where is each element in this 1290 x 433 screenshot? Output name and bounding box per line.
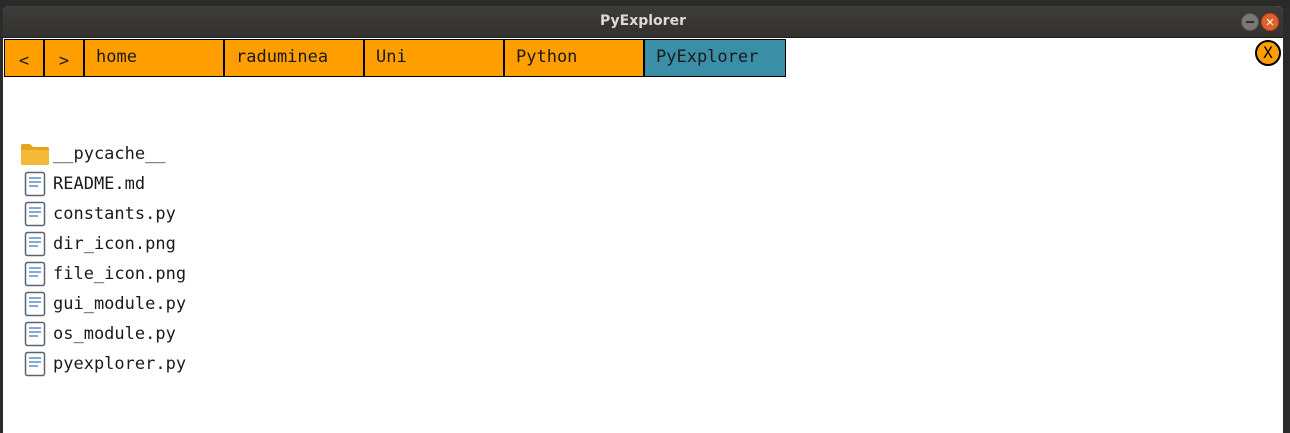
close-icon: ✕ [1265, 15, 1275, 29]
crumb-python[interactable]: Python [505, 40, 645, 76]
file-icon [19, 319, 51, 349]
main-content: < > home raduminea Uni Python PyExplorer… [3, 38, 1283, 433]
list-item[interactable]: README.md [19, 169, 186, 199]
list-item[interactable]: file_icon.png [19, 259, 186, 289]
list-item[interactable]: os_module.py [19, 319, 186, 349]
list-item[interactable]: constants.py [19, 199, 186, 229]
path-bar: < > home raduminea Uni Python PyExplorer [4, 39, 786, 77]
window-close-button[interactable]: ✕ [1261, 13, 1279, 31]
forward-button[interactable]: > [45, 40, 85, 76]
crumb-home[interactable]: home [85, 40, 225, 76]
app-close-button[interactable]: X [1255, 40, 1281, 66]
file-list: __pycache__ README.md constants.py dir_i… [19, 139, 186, 379]
file-name: constants.py [53, 204, 176, 224]
list-item[interactable]: pyexplorer.py [19, 349, 186, 379]
file-icon [19, 199, 51, 229]
file-name: os_module.py [53, 324, 176, 344]
file-name: dir_icon.png [53, 234, 176, 254]
file-icon [19, 259, 51, 289]
file-icon [19, 229, 51, 259]
minimize-icon [1246, 21, 1254, 23]
window-title: PyExplorer [600, 13, 686, 29]
crumb-uni[interactable]: Uni [365, 40, 505, 76]
file-name: gui_module.py [53, 294, 187, 314]
file-name: __pycache__ [53, 144, 166, 164]
back-button[interactable]: < [5, 40, 45, 76]
title-bar[interactable]: PyExplorer ✕ [3, 6, 1283, 38]
folder-icon [19, 139, 51, 169]
list-item[interactable]: dir_icon.png [19, 229, 186, 259]
file-name: file_icon.png [53, 264, 187, 284]
file-icon [19, 169, 51, 199]
crumb-pyexplorer[interactable]: PyExplorer [645, 40, 785, 76]
app-window: PyExplorer ✕ < > home raduminea Uni Pyth… [3, 6, 1283, 433]
crumb-raduminea[interactable]: raduminea [225, 40, 365, 76]
list-item[interactable]: gui_module.py [19, 289, 186, 319]
file-icon [19, 349, 51, 379]
file-icon [19, 289, 51, 319]
list-item[interactable]: __pycache__ [19, 139, 186, 169]
minimize-button[interactable] [1241, 13, 1259, 31]
file-name: README.md [53, 174, 146, 194]
file-name: pyexplorer.py [53, 354, 187, 374]
